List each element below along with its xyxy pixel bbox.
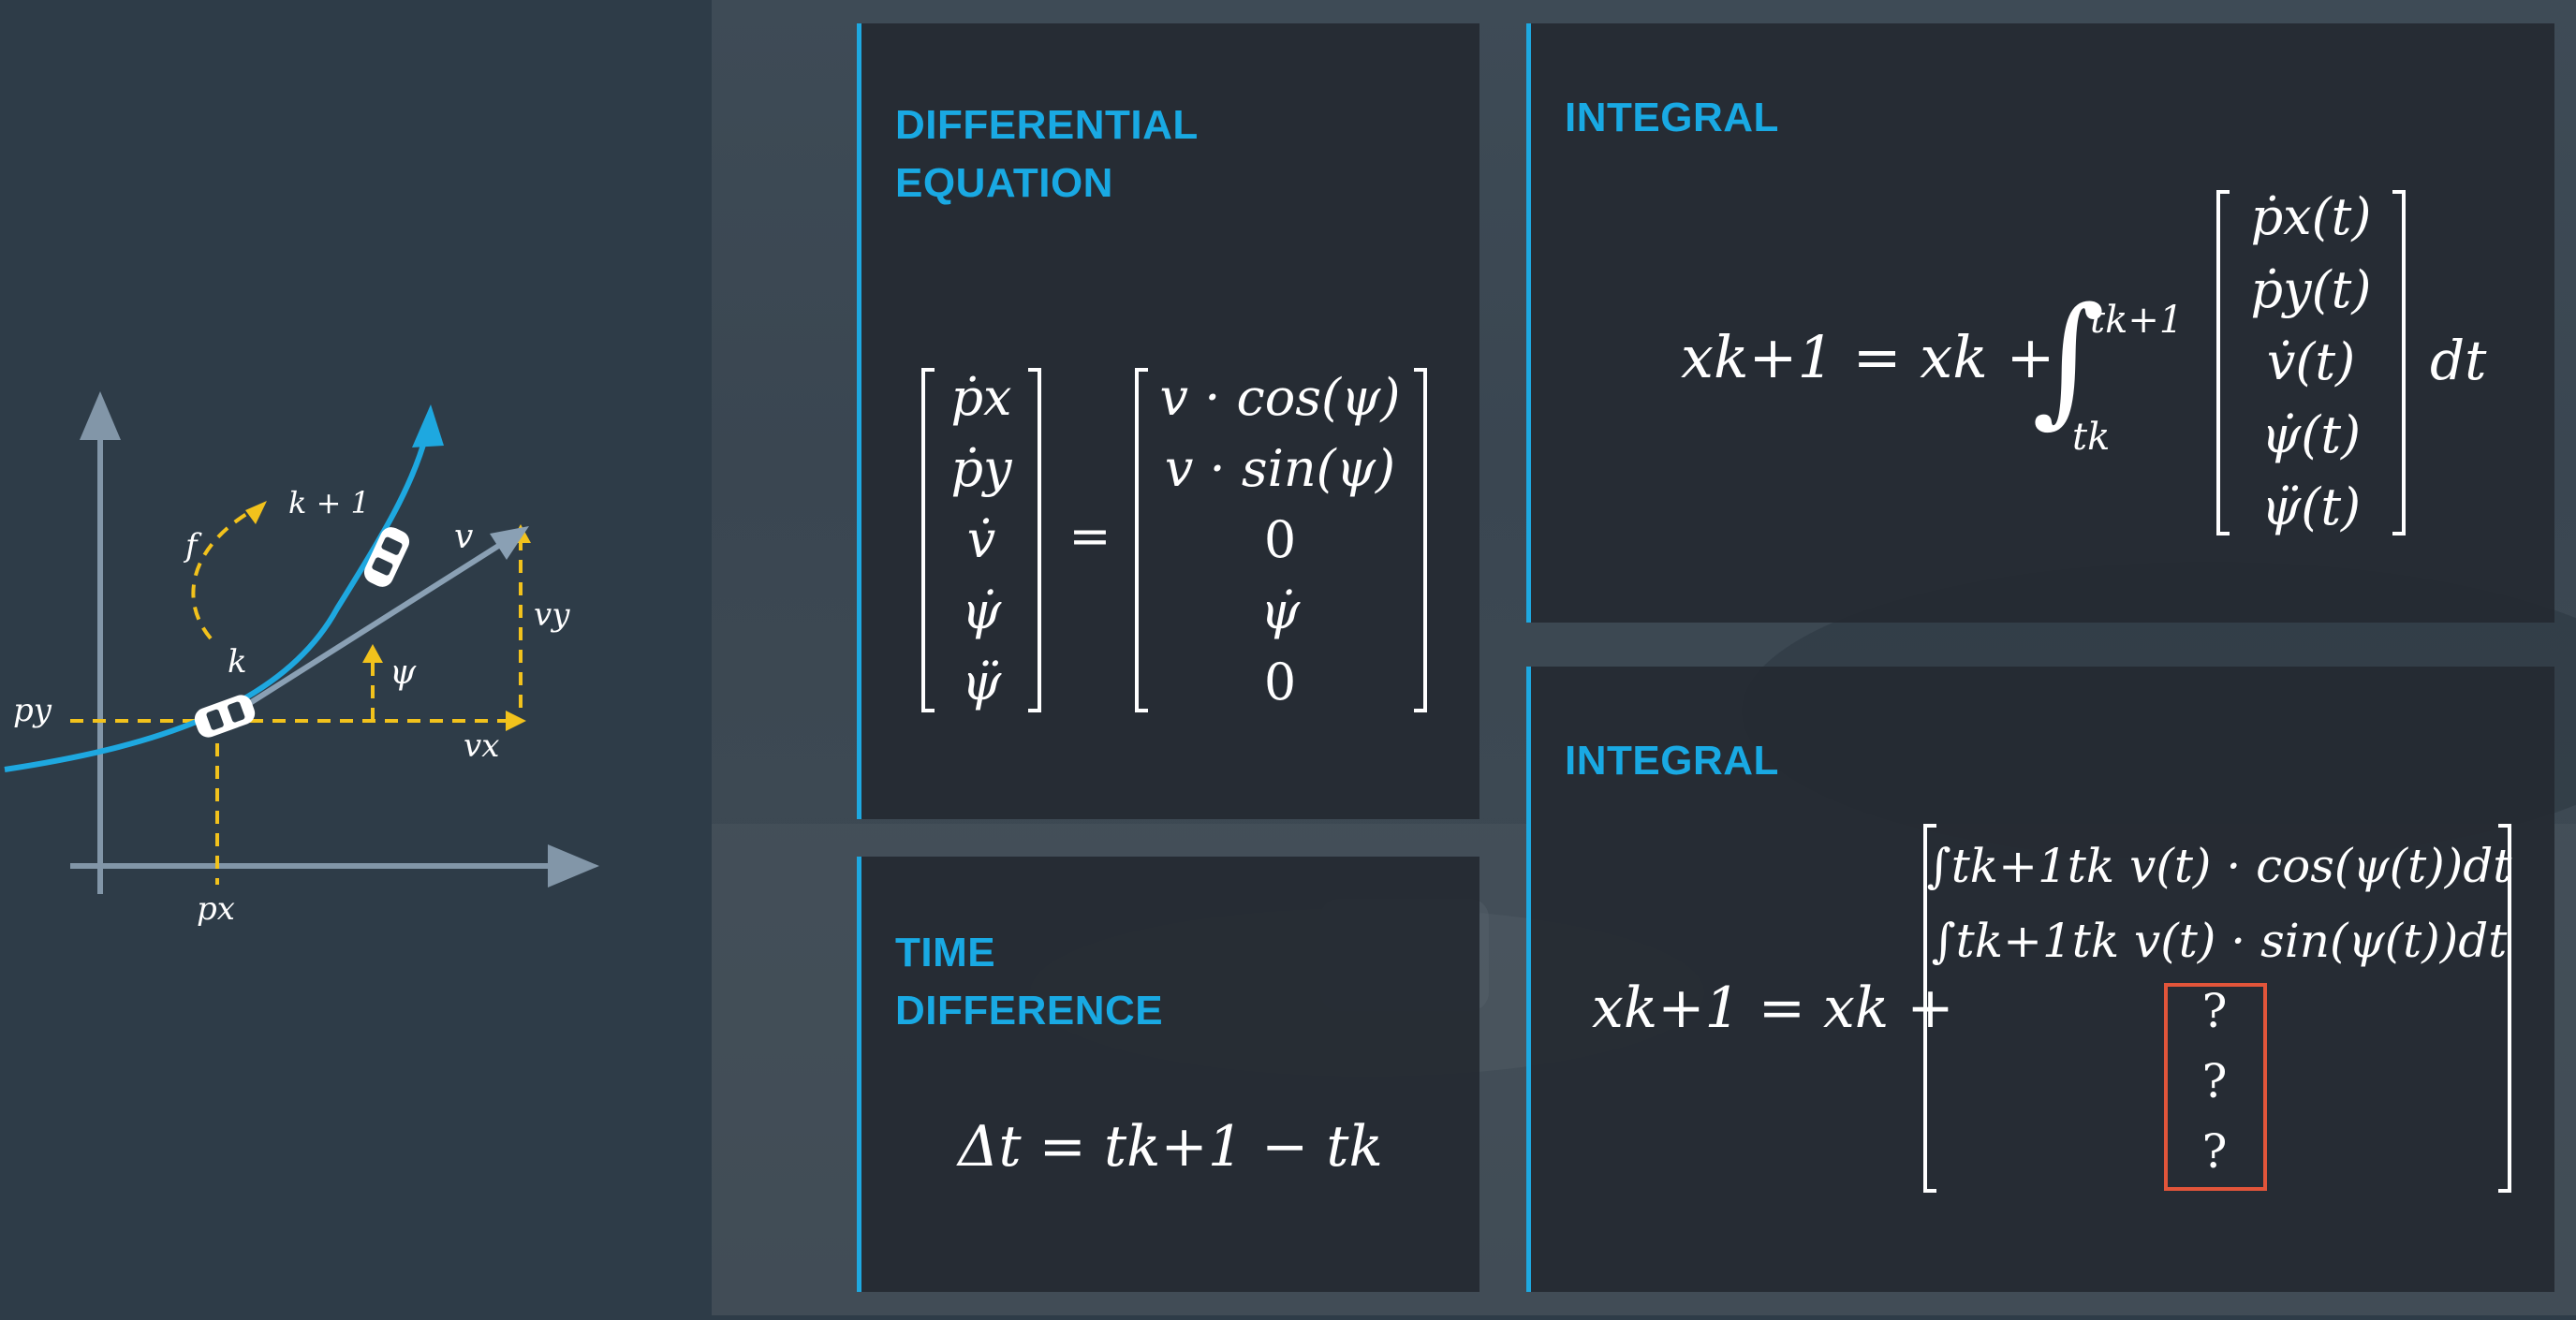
row-cos-integral: ∫tk+1tk v(t) · cos(ψ(t))dt (1927, 839, 2513, 893)
lhs-row-3: v̇ (967, 510, 996, 569)
unknown-row-1: ? (2202, 984, 2228, 1038)
label-py: py (13, 692, 52, 729)
time-difference-title: TIME DIFFERENCE (895, 930, 1164, 1034)
lhs-row-5: ψ̈ (962, 653, 1002, 711)
integral-top-title: INTEGRAL (1565, 95, 1779, 140)
rhs-row-3: 0 (1264, 510, 1296, 569)
lower-limit: tk (2072, 416, 2110, 459)
label-f: f (183, 527, 202, 565)
rhs-row-2: v · sin(ψ) (1165, 439, 1395, 498)
integral-bottom-math: xk+1 = xk + ∫tk+1tk v(t) · cos(ψ(t))dt ∫… (1592, 824, 2513, 1193)
projection-lines (70, 511, 523, 885)
differential-equation-math: ṗx ṗy v̇ ψ̇ ψ̈ = v · cos(ψ) v · sin(ψ) 0… (921, 368, 1427, 712)
equals-sign: = (1068, 506, 1111, 565)
car-icon (194, 695, 256, 738)
label-k: k (228, 643, 247, 681)
upper-limit: tk+1 (2090, 299, 2183, 342)
vector-row-5: ψ̈(t) (2261, 477, 2361, 536)
integral-bottom-card: INTEGRAL xk+1 = xk + ∫tk+1tk v(t) · cos(… (1526, 667, 2554, 1292)
integral-top-card: INTEGRAL xk+1 = xk + ∫ tk+1 tk ṗx(t) ṗy(… (1526, 23, 2554, 623)
rhs-row-4: ψ̇ (1260, 581, 1301, 640)
integral-top-lhs: xk+1 = xk + (1681, 323, 2055, 391)
unknown-row-3: ? (2202, 1124, 2228, 1179)
integral-top-math: xk+1 = xk + ∫ tk+1 tk ṗx(t) ṗy(t) v̇(t) … (1681, 187, 2487, 536)
motion-diagram-svg: k + 1 f v vy k ψ py vx px (4, 391, 599, 928)
differential-equation-title: DIFFERENTIAL EQUATION (895, 102, 1199, 206)
vector-row-3: v̇(t) (2267, 332, 2355, 391)
differential-equation-card: DIFFERENTIAL EQUATION ṗx ṗy v̇ ψ̇ ψ̈ = v… (857, 23, 1479, 819)
label-vy: vy (534, 596, 570, 634)
time-difference-math: Δt = tk+1 − tk (956, 1114, 1383, 1180)
label-vx: vx (464, 727, 499, 765)
vector-row-4: ψ̇(t) (2261, 405, 2361, 464)
integral-bottom-lhs: xk+1 = xk + (1592, 975, 1954, 1041)
lhs-row-2: ṗy (950, 439, 1013, 498)
lhs-row-4: ψ̇ (962, 581, 1002, 640)
time-difference-equation: Δt = tk+1 − tk (956, 1114, 1383, 1180)
row-sin-integral: ∫tk+1tk v(t) · sin(ψ(t))dt (1932, 914, 2509, 968)
lhs-row-1: ṗx (950, 368, 1011, 427)
label-k-next: k + 1 (288, 485, 370, 521)
label-v: v (454, 518, 473, 556)
unknown-row-2: ? (2202, 1054, 2228, 1108)
coordinate-axes (70, 391, 599, 894)
vector-row-1: ṗx(t) (2251, 187, 2372, 246)
integral-bottom-title: INTEGRAL (1565, 738, 1779, 784)
dt-label: dt (2430, 329, 2487, 392)
label-psi: ψ (390, 653, 417, 692)
label-px: px (197, 890, 235, 928)
rhs-row-1: v · cos(ψ) (1160, 368, 1401, 427)
time-difference-card: TIME DIFFERENCE Δt = tk+1 − tk (857, 857, 1479, 1292)
motion-model-diagram: k + 1 f v vy k ψ py vx px (0, 0, 712, 1315)
vector-row-2: ṗy(t) (2251, 260, 2372, 319)
rhs-row-5: 0 (1264, 653, 1296, 711)
